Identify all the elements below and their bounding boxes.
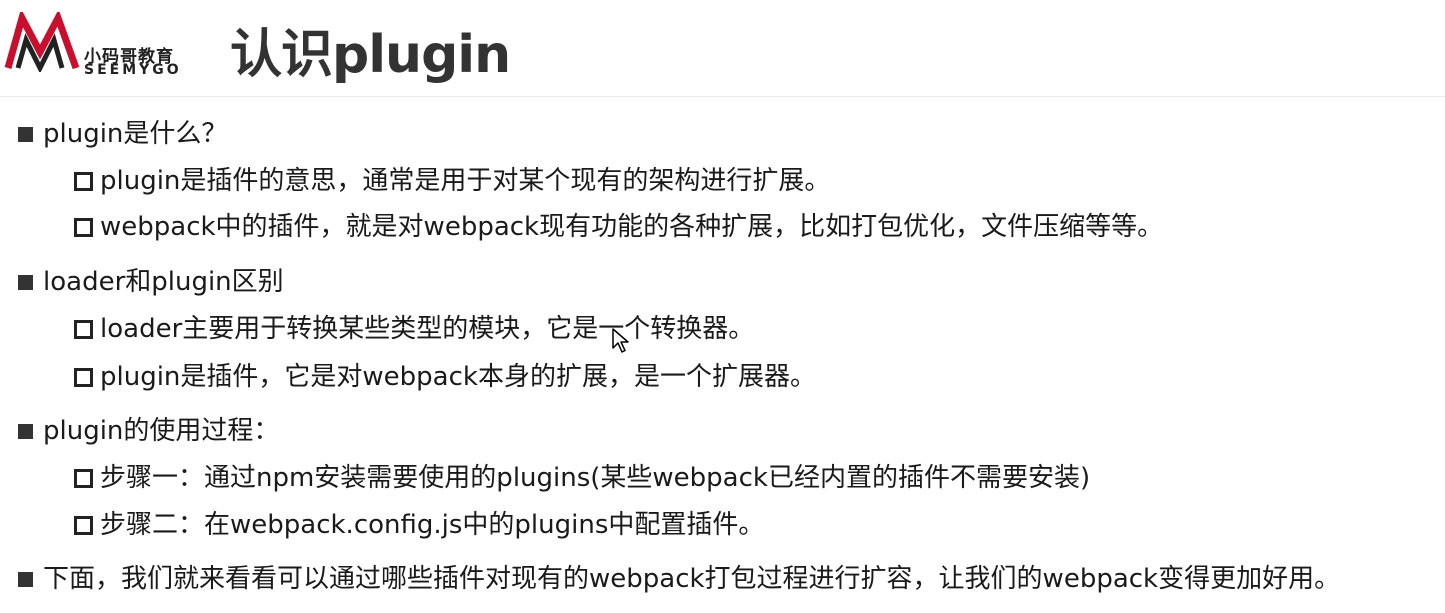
square-bullet-icon: [18, 571, 33, 587]
section-heading-next: 下面，我们就来看看可以通过哪些插件对现有的webpack打包过程进行扩容，让我们…: [18, 561, 1340, 597]
square-bullet-icon: [18, 423, 33, 439]
hollow-square-bullet-icon: [74, 319, 93, 339]
list-item: webpack中的插件，就是对webpack现有功能的各种扩展，比如打包优化，文…: [74, 209, 1163, 245]
section-heading-text: plugin的使用过程：: [43, 416, 280, 446]
section-heading-what: plugin是什么？: [18, 116, 227, 152]
square-bullet-icon: [18, 126, 33, 142]
slide-header: 小码哥教育 SEEMYGO 认识plugin: [0, 0, 1445, 97]
section-heading-text: 下面，我们就来看看可以通过哪些插件对现有的webpack打包过程进行扩容，让我们…: [43, 564, 1341, 594]
list-item: 步骤一：通过npm安装需要使用的plugins(某些webpack已经内置的插件…: [74, 460, 1090, 496]
section-heading-difference: loader和plugin区别: [18, 264, 284, 300]
slide-title: 认识plugin: [230, 25, 511, 85]
square-bullet-icon: [18, 274, 33, 290]
hollow-square-bullet-icon: [74, 515, 93, 535]
list-item: plugin是插件，它是对webpack本身的扩展，是一个扩展器。: [74, 359, 816, 395]
hollow-square-bullet-icon: [74, 217, 93, 237]
list-item-text: 步骤一：通过npm安装需要使用的plugins(某些webpack已经内置的插件…: [100, 463, 1091, 493]
mouse-pointer-icon: [612, 328, 629, 353]
list-item-text: plugin是插件，它是对webpack本身的扩展，是一个扩展器。: [100, 362, 816, 392]
list-item-text: loader主要用于转换某些类型的模块，它是一个转换器。: [100, 314, 755, 344]
logo-m-icon: [4, 12, 80, 72]
list-item-text: 步骤二：在webpack.config.js中的plugins中配置插件。: [100, 510, 765, 540]
hollow-square-bullet-icon: [74, 367, 93, 387]
hollow-square-bullet-icon: [74, 468, 93, 488]
list-item: 步骤二：在webpack.config.js中的plugins中配置插件。: [74, 507, 764, 543]
list-item: plugin是插件的意思，通常是用于对某个现有的架构进行扩展。: [74, 163, 830, 199]
list-item: loader主要用于转换某些类型的模块，它是一个转换器。: [74, 311, 754, 347]
section-heading-text: plugin是什么？: [43, 119, 228, 149]
list-item-text: webpack中的插件，就是对webpack现有功能的各种扩展，比如打包优化，文…: [100, 212, 1164, 242]
list-item-text: plugin是插件的意思，通常是用于对某个现有的架构进行扩展。: [100, 166, 831, 196]
seemygo-logo: 小码哥教育 SEEMYGO: [4, 12, 196, 78]
hollow-square-bullet-icon: [74, 171, 93, 191]
section-heading-usage: plugin的使用过程：: [18, 413, 279, 449]
logo-english-text: SEEMYGO: [84, 62, 182, 78]
section-heading-text: loader和plugin区别: [43, 267, 284, 297]
